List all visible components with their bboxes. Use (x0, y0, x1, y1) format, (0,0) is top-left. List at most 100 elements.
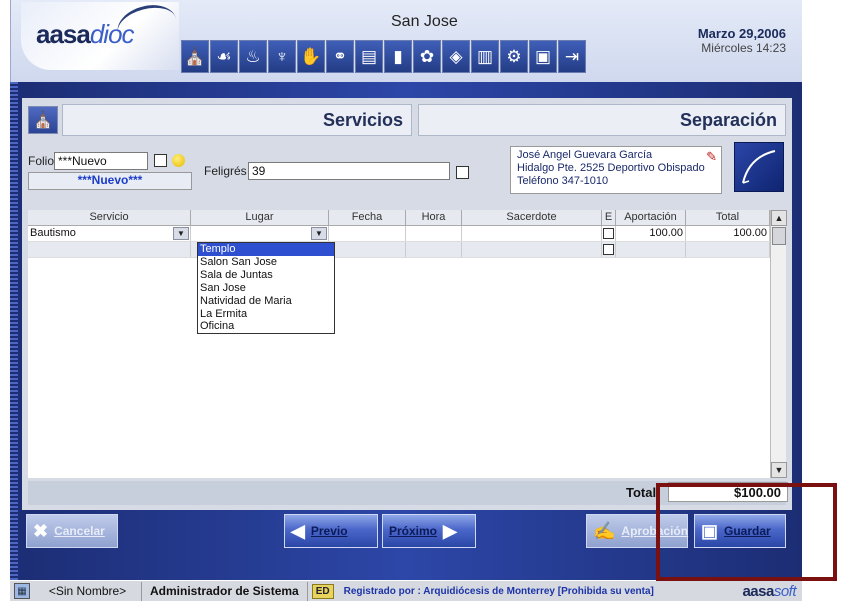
col-servicio[interactable]: Servicio (28, 210, 191, 225)
lugar-option[interactable]: Salon San Jose (198, 256, 334, 269)
lugar-dropdown-button[interactable]: ▼ (311, 227, 327, 240)
scroll-up-icon[interactable]: ▲ (771, 210, 787, 226)
computer-icon[interactable]: ▣ (529, 40, 557, 73)
feligres-checkbox[interactable] (456, 166, 469, 179)
folio-checkbox[interactable] (154, 154, 167, 167)
fecha-cell[interactable] (329, 226, 406, 241)
new-total-cell (686, 242, 770, 257)
lugar-option[interactable]: San Jose (198, 282, 334, 295)
servicios-title: Servicios (322, 109, 403, 130)
e-checkbox[interactable] (603, 228, 614, 239)
lugar-option[interactable]: Natividad de Maria (198, 295, 334, 308)
col-sacerdote[interactable]: Sacerdote (462, 210, 602, 225)
lugar-cell[interactable]: ▼ (191, 226, 329, 241)
flame-icon[interactable]: ♨ (239, 40, 267, 73)
col-total[interactable]: Total (686, 210, 770, 225)
feligres-input[interactable] (248, 162, 450, 180)
user-name: <Sin Nombre> (34, 581, 142, 601)
prev-label: Previo (310, 524, 348, 538)
separacion-title: Separación (679, 109, 777, 130)
next-label: Próximo (389, 524, 438, 538)
e-cell[interactable] (602, 226, 616, 241)
rings-icon[interactable]: ⚭ (326, 40, 354, 73)
scroll-down-icon[interactable]: ▼ (771, 462, 787, 478)
chalice-icon[interactable]: ♆ (268, 40, 296, 73)
grid-scrollbar[interactable]: ▲ ▼ (770, 210, 787, 478)
brand-main: aasa (742, 582, 774, 600)
grid-header: Servicio Lugar Fecha Hora Sacerdote E Ap… (28, 210, 786, 226)
separacion-header: Separación (418, 104, 786, 136)
col-e[interactable]: E (602, 210, 616, 225)
status-grid-icon[interactable]: ▦ (14, 583, 30, 599)
servicio-dropdown-button[interactable]: ▼ (173, 227, 189, 240)
globe-icon[interactable]: ✿ (413, 40, 441, 73)
parishioner-phone: Teléfono 347-1010 (517, 175, 609, 187)
registration-text: Registrado por : Arquidiócesis de Monter… (343, 585, 654, 597)
parishioner-address: Hidalgo Pte. 2525 Deportivo Obispado (517, 162, 705, 174)
aasasoft-logo: aasasoft (742, 583, 796, 600)
chart-icon[interactable]: ▮ (384, 40, 412, 73)
prev-button[interactable]: ◀ Previo (284, 514, 378, 548)
col-hora[interactable]: Hora (406, 210, 462, 225)
service-panel: ⛪ Servicios Separación Folio ***Nuevo ***… (22, 98, 792, 510)
new-aportacion-cell[interactable] (616, 242, 686, 257)
servicio-cell[interactable]: Bautismo ▼ (28, 226, 191, 241)
prev-arrow-icon: ◀ (291, 520, 305, 541)
aportacion-cell[interactable]: 100.00 (616, 226, 686, 241)
lugar-option[interactable]: Templo (198, 243, 334, 256)
next-arrow-icon: ▶ (443, 520, 457, 541)
hora-cell[interactable] (406, 226, 462, 241)
folio-label: Folio (28, 154, 55, 168)
cancel-button[interactable]: ✖ Cancelar (26, 514, 118, 548)
brand-accent: soft (773, 582, 797, 600)
user-role: Administrador de Sistema (142, 581, 308, 601)
feligres-label: Feligrés (204, 164, 247, 178)
aasadioc-logo: aasadioc (21, 0, 182, 70)
exit-door-icon[interactable]: ⇥ (558, 40, 586, 73)
folder-icon[interactable]: ◈ (442, 40, 470, 73)
lugar-option[interactable]: La Ermita (198, 308, 334, 321)
new-fecha-cell[interactable] (329, 242, 406, 257)
book-icon[interactable]: ▤ (355, 40, 383, 73)
handshake-icon[interactable]: ✋ (297, 40, 325, 73)
folio-display: ***Nuevo*** (28, 172, 192, 190)
books-icon[interactable]: ▥ (471, 40, 499, 73)
services-grid: Servicio Lugar Fecha Hora Sacerdote E Ap… (28, 210, 787, 478)
lugar-dropdown-list: Templo Salon San Jose Sala de Juntas San… (197, 242, 335, 335)
folio-input[interactable] (54, 152, 148, 170)
header-bar: aasadioc San Jose Marzo 29,2006 Miércole… (10, 0, 802, 82)
lugar-option[interactable]: Oficina (198, 320, 334, 333)
lugar-option[interactable]: Sala de Juntas (198, 269, 334, 282)
table-row: Bautismo ▼ ▼ 100.00 100.00 (28, 226, 786, 242)
cancel-label: Cancelar (54, 524, 105, 538)
parishioner-name: José Angel Guevara García (517, 149, 653, 161)
col-fecha[interactable]: Fecha (329, 210, 406, 225)
table-row-new (28, 242, 786, 258)
weekday-time-line: Miércoles 14:23 (701, 41, 786, 55)
total-label: Total (626, 485, 657, 500)
church-icon[interactable]: ⛪ (181, 40, 209, 73)
app-title: San Jose (391, 13, 458, 30)
edit-pencil-icon[interactable]: ✎ (706, 150, 717, 163)
home-church-icon[interactable]: ⛪ (28, 106, 58, 134)
sacerdote-cell[interactable] (462, 226, 602, 241)
status-dot-icon (172, 154, 185, 167)
col-aportacion[interactable]: Aportación (616, 210, 686, 225)
form-row: Folio ***Nuevo*** Feligrés José Angel Gu… (28, 142, 786, 202)
ed-badge: ED (311, 583, 334, 599)
servicio-value: Bautismo (30, 227, 76, 239)
module-toolbar: ⛪ ☙ ♨ ♆ ✋ ⚭ ▤ ▮ ✿ ◈ ▥ ⚙ ▣ ⇥ (181, 40, 586, 73)
date-display: Marzo 29,2006 Miércoles 14:23 (698, 26, 786, 56)
new-hora-cell[interactable] (406, 242, 462, 257)
approve-icon: ✍ (593, 520, 616, 541)
col-lugar[interactable]: Lugar (191, 210, 329, 225)
new-e-checkbox[interactable] (603, 244, 614, 255)
gears-icon[interactable]: ⚙ (500, 40, 528, 73)
scroll-thumb[interactable] (772, 227, 786, 245)
next-button[interactable]: Próximo ▶ (382, 514, 476, 548)
hands-icon[interactable]: ☙ (210, 40, 238, 73)
new-servicio-cell[interactable] (28, 242, 191, 257)
new-sacerdote-cell[interactable] (462, 242, 602, 257)
new-e-cell[interactable] (602, 242, 616, 257)
signature-icon[interactable] (734, 142, 784, 192)
